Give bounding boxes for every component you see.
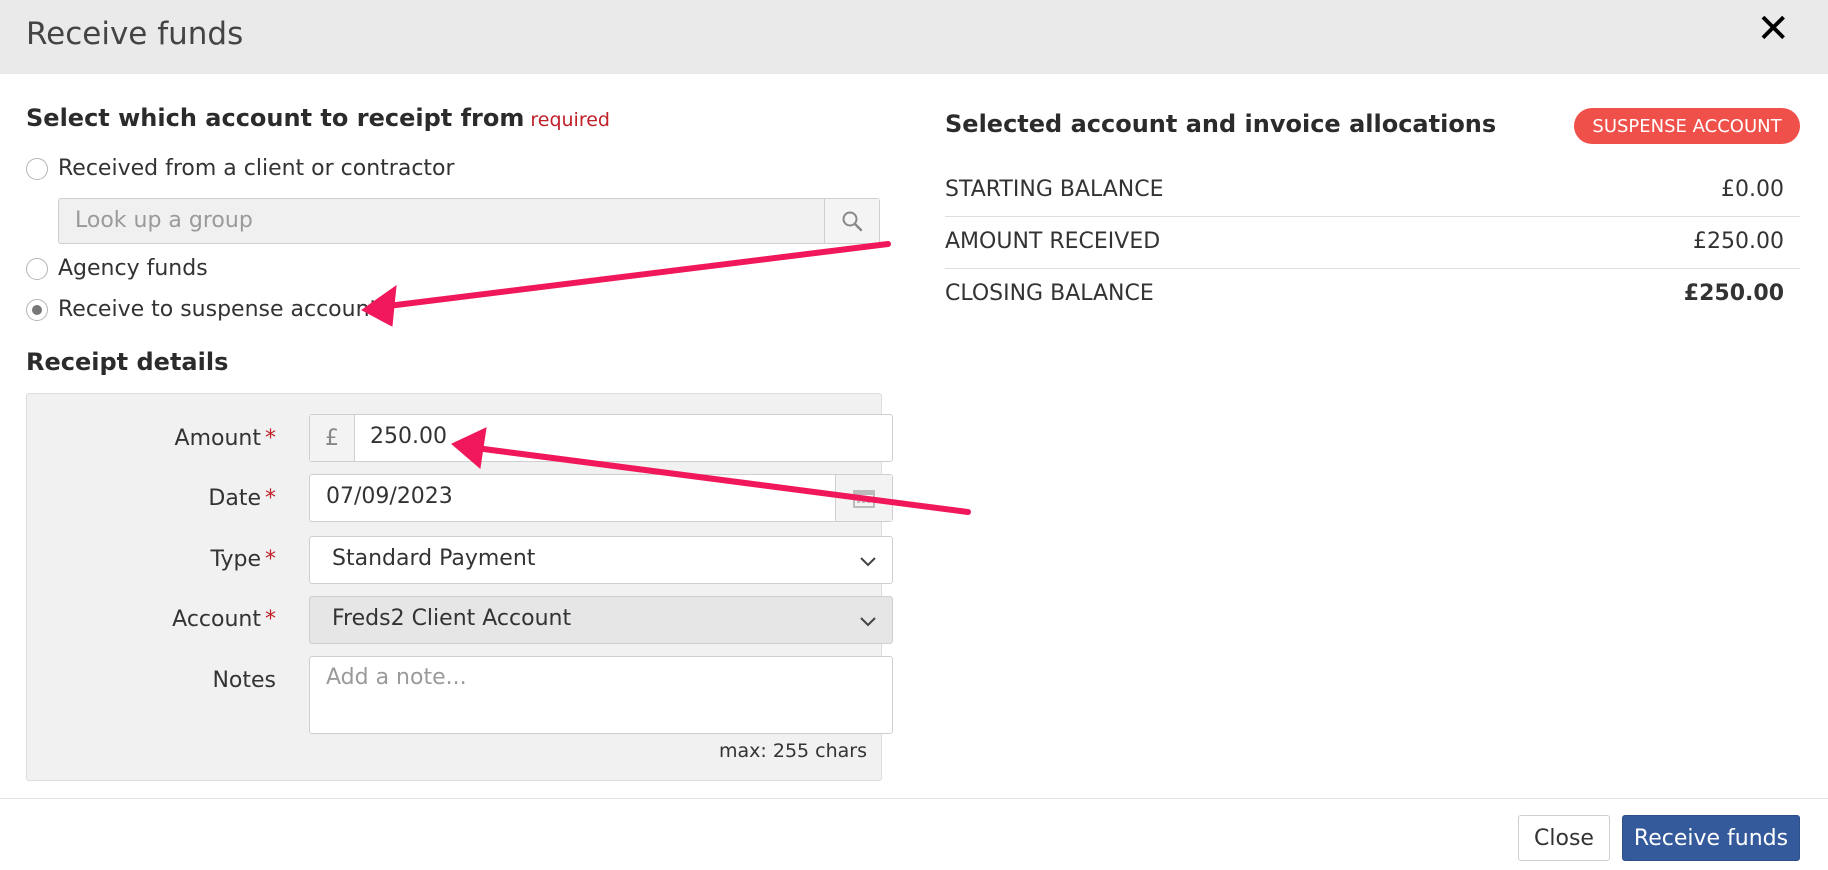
close-icon[interactable]: ✕ <box>1756 6 1790 52</box>
receipt-heading: Receipt details <box>26 348 229 376</box>
calendar-icon <box>853 490 875 508</box>
amount-label: Amount * <box>175 426 276 451</box>
summary-row-closing-balance: CLOSING BALANCE £250.00 <box>945 269 1800 321</box>
close-button[interactable]: Close <box>1518 815 1610 861</box>
notes-placeholder: Add a note... <box>326 665 467 690</box>
summary-row-starting-balance: STARTING BALANCE £0.00 <box>945 165 1800 217</box>
summary-label: CLOSING BALANCE <box>945 281 1154 306</box>
summary-label: AMOUNT RECEIVED <box>945 229 1161 254</box>
date-label-text: Date <box>208 486 261 511</box>
source-heading: Select which account to receipt from requ… <box>26 104 610 132</box>
type-label-text: Type <box>210 547 261 572</box>
receipt-details-panel: Amount * £ 250.00 Date * 07/09/2023 Type * … <box>26 393 893 781</box>
chevron-down-icon <box>860 557 876 567</box>
required-label: required <box>530 109 610 131</box>
group-lookup[interactable]: Look up a group <box>58 198 880 244</box>
notes-max-hint: max: 255 chars <box>719 740 867 762</box>
required-mark: * <box>265 426 276 451</box>
summary-value: £0.00 <box>1721 177 1784 202</box>
account-label: Account * <box>172 607 276 632</box>
required-mark: * <box>265 486 276 511</box>
search-button[interactable] <box>824 199 879 243</box>
footer-divider <box>0 798 1828 799</box>
radio-label: Received from a client or contractor <box>58 156 455 181</box>
radio-label: Receive to suspense account <box>58 297 379 322</box>
type-label: Type * <box>210 547 276 572</box>
summary-row-amount-received: AMOUNT RECEIVED £250.00 <box>945 217 1800 269</box>
dialog-title: Receive funds <box>26 16 244 52</box>
notes-textarea[interactable]: Add a note... <box>309 656 893 734</box>
date-field[interactable]: 07/09/2023 <box>309 474 893 522</box>
summary-label: STARTING BALANCE <box>945 177 1164 202</box>
summary-value: £250.00 <box>1693 229 1784 254</box>
search-icon <box>842 211 863 232</box>
chevron-down-icon <box>860 617 876 627</box>
required-mark: * <box>265 547 276 572</box>
radio-button[interactable] <box>26 157 48 180</box>
date-value: 07/09/2023 <box>326 484 453 509</box>
type-select[interactable]: Standard Payment <box>309 536 893 584</box>
radio-agency-funds[interactable]: Agency funds <box>26 256 208 281</box>
summary-value: £250.00 <box>1683 281 1784 306</box>
dialog-header: Receive funds ✕ <box>0 0 1828 74</box>
source-heading-text: Select which account to receipt from <box>26 104 525 132</box>
date-label: Date * <box>208 486 276 511</box>
amount-field[interactable]: £ 250.00 <box>309 414 893 462</box>
account-label-text: Account <box>172 607 261 632</box>
radio-label: Agency funds <box>58 256 208 281</box>
account-value: Freds2 Client Account <box>332 606 572 631</box>
radio-button-selected[interactable] <box>26 298 48 321</box>
amount-value: 250.00 <box>370 424 447 449</box>
status-badge: SUSPENSE ACCOUNT <box>1574 108 1800 144</box>
radio-suspense-account[interactable]: Receive to suspense account <box>26 297 378 322</box>
lookup-placeholder: Look up a group <box>75 208 253 233</box>
receive-funds-button[interactable]: Receive funds <box>1622 815 1800 861</box>
account-select[interactable]: Freds2 Client Account <box>309 596 893 644</box>
radio-client-contractor[interactable]: Received from a client or contractor <box>26 156 455 181</box>
annotation-arrow-suspense <box>361 241 891 327</box>
radio-button[interactable] <box>26 257 48 280</box>
required-mark: * <box>265 607 276 632</box>
type-value: Standard Payment <box>332 546 536 571</box>
currency-symbol: £ <box>310 415 355 461</box>
notes-label: Notes <box>212 668 276 693</box>
amount-label-text: Amount <box>174 426 261 451</box>
calendar-button[interactable] <box>835 475 892 521</box>
summary-heading: Selected account and invoice allocations <box>945 110 1497 138</box>
